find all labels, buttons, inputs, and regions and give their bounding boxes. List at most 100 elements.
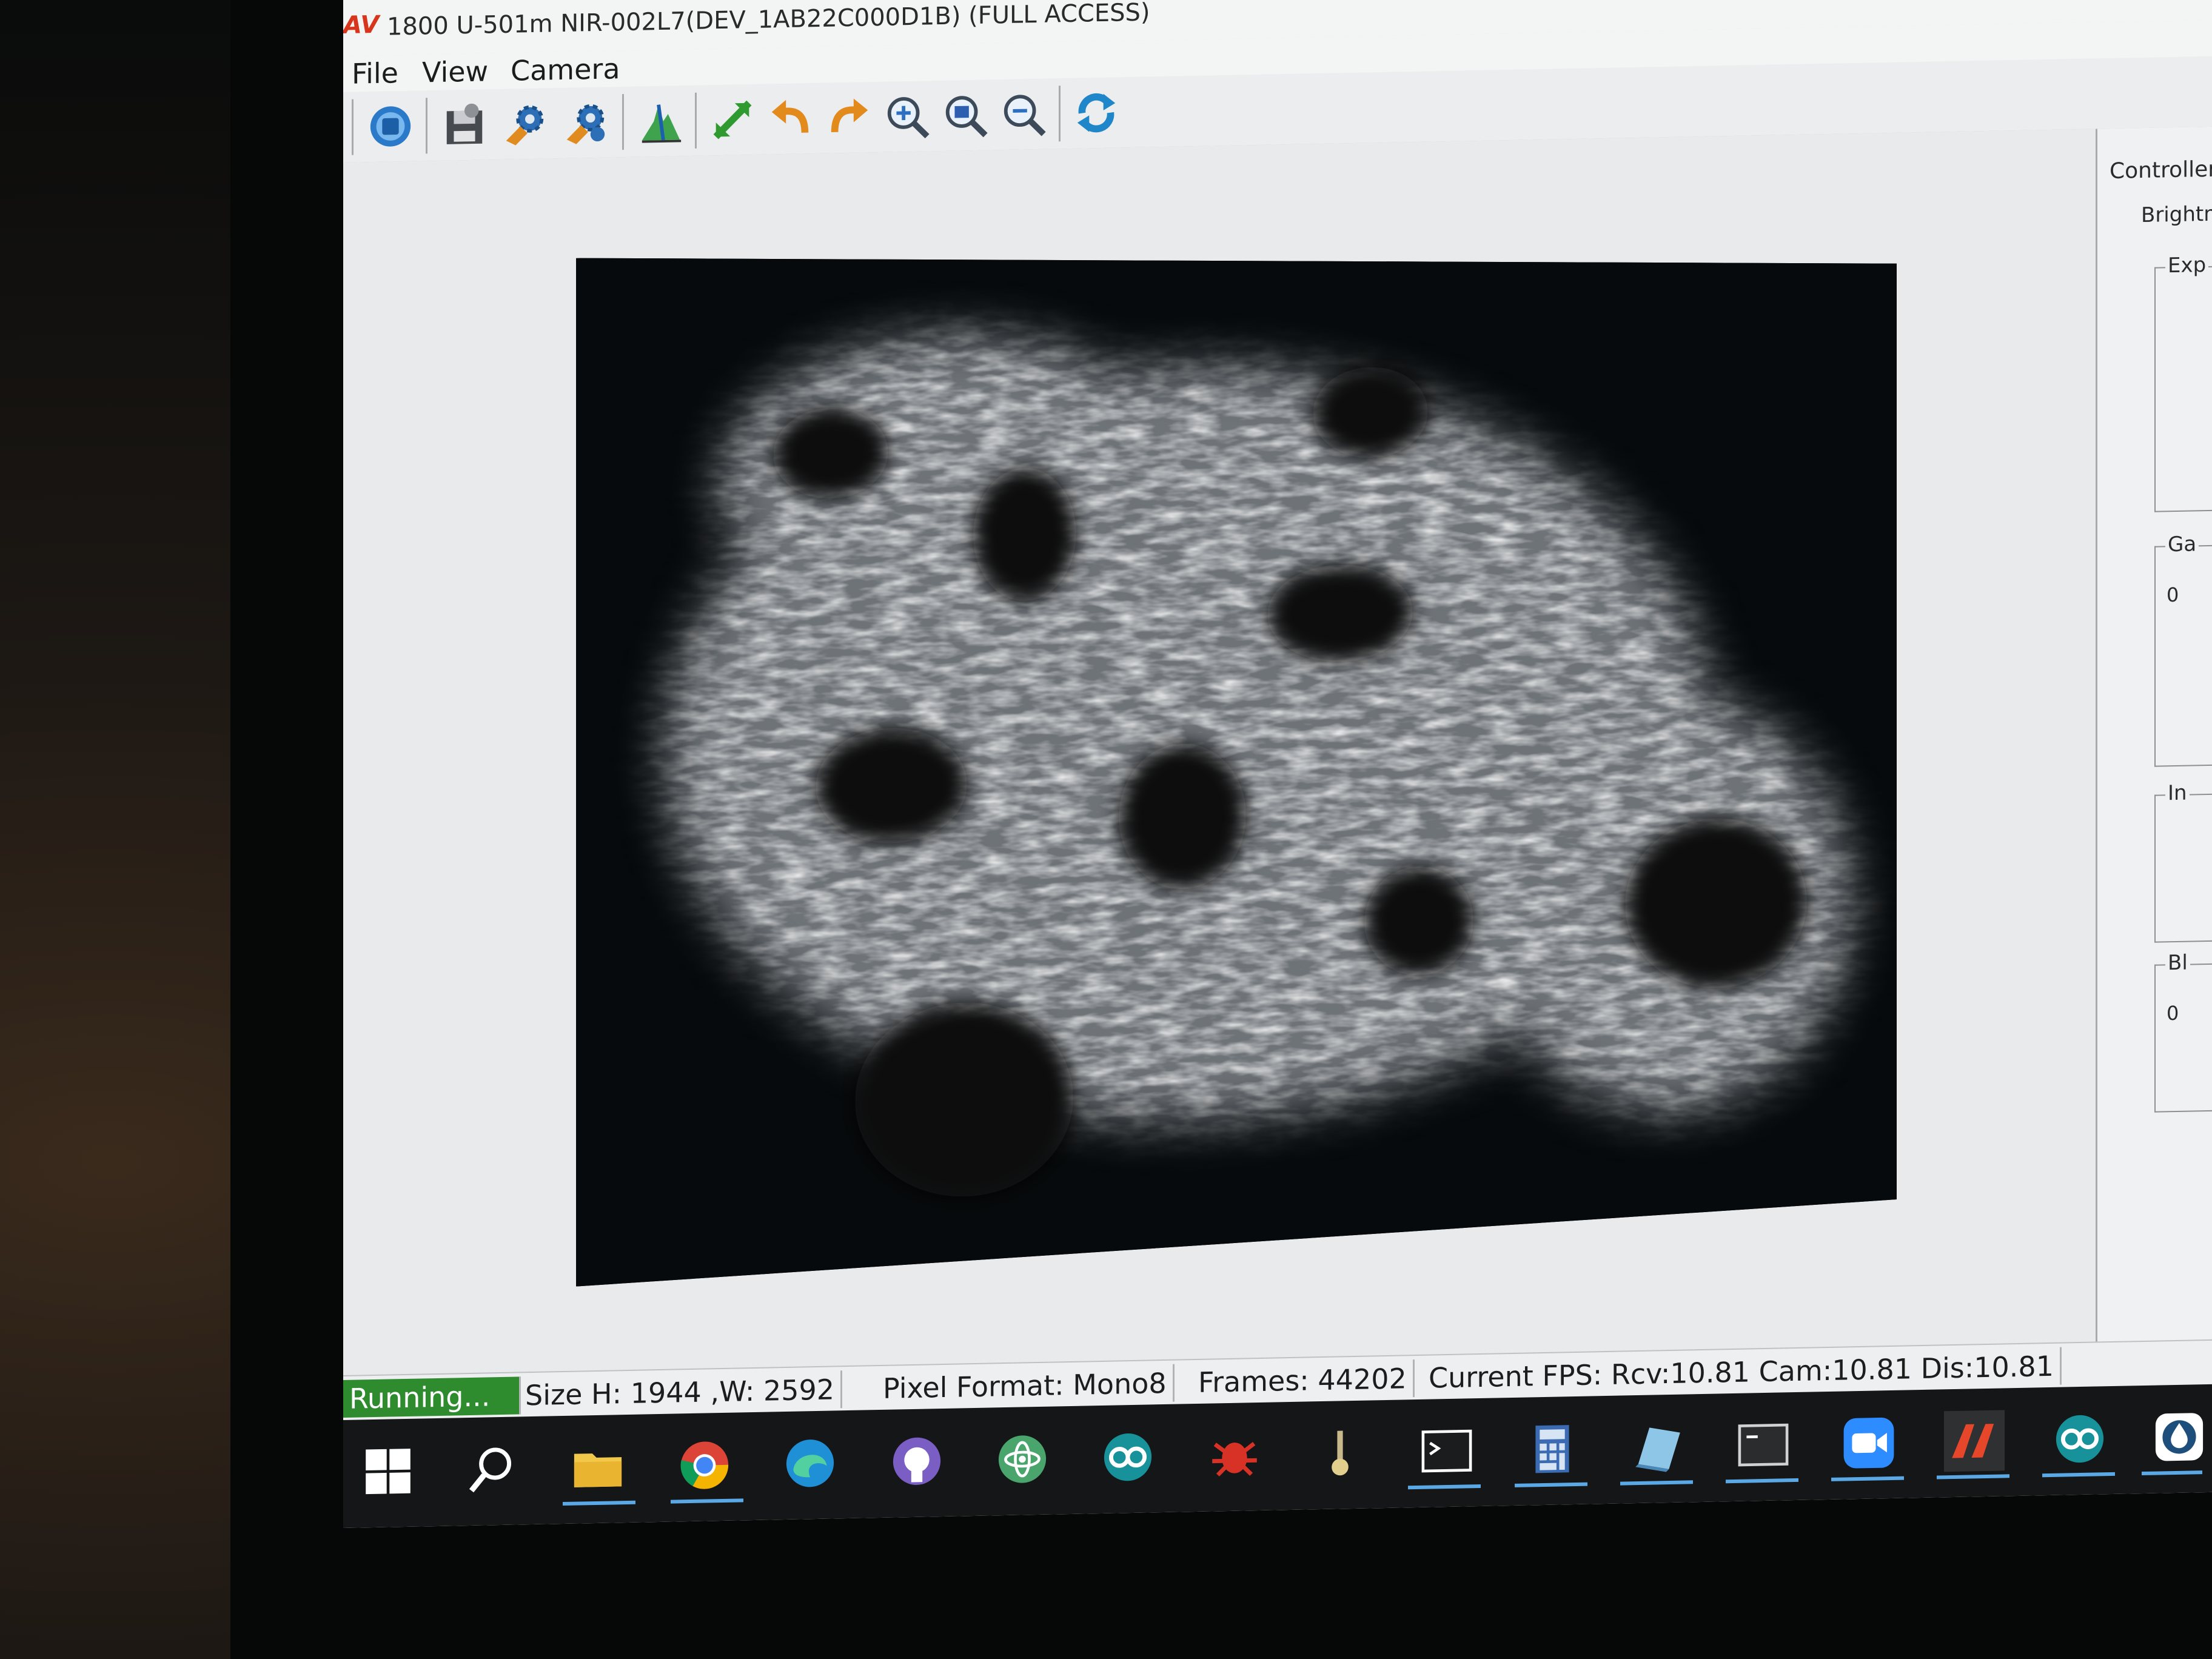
feature-settings-icon xyxy=(566,104,605,144)
menu-camera[interactable]: Camera xyxy=(511,52,620,87)
toolbar-separator xyxy=(622,94,624,150)
rotate-right-button[interactable] xyxy=(822,90,876,145)
calculator-icon xyxy=(1535,1425,1569,1473)
taskbar-edge[interactable] xyxy=(780,1432,840,1494)
terminal-icon xyxy=(1421,1429,1472,1473)
taskbar-indicator xyxy=(2142,1470,2202,1476)
histogram-button[interactable] xyxy=(634,94,688,149)
bug-app-icon xyxy=(1212,1442,1257,1476)
feature-settings-button[interactable] xyxy=(559,95,612,150)
droplet-app-icon xyxy=(2155,1413,2204,1461)
rotate-left-icon xyxy=(771,99,809,133)
search-icon xyxy=(469,1447,512,1493)
camera-viewer-app-icon xyxy=(1952,1424,1994,1458)
exposure-group-label: Exp xyxy=(2165,252,2209,278)
arduino-icon xyxy=(1104,1433,1152,1481)
taskbar-indicator xyxy=(1515,1482,1587,1487)
microscope-image xyxy=(576,233,1897,1287)
histogram-icon xyxy=(642,104,682,143)
taskbar-droplet-app[interactable] xyxy=(2149,1406,2210,1468)
status-size: Size H: 1944 ,W: 2592 xyxy=(519,1370,843,1415)
notes-icon xyxy=(1635,1427,1680,1472)
arduino-ide-icon xyxy=(2056,1415,2104,1463)
camera-live-image[interactable] xyxy=(576,233,1897,1287)
chrome-icon xyxy=(680,1441,729,1489)
black-level-group: Bl 0 xyxy=(2154,950,2212,1113)
status-frames: Frames: 44202 xyxy=(1192,1359,1415,1402)
exposure-group: Exp xyxy=(2154,252,2212,512)
fit-to-window-button[interactable] xyxy=(706,93,759,147)
taskbar-search-button[interactable] xyxy=(462,1438,523,1500)
gain-group-label: Ga xyxy=(2165,532,2199,557)
taskbar-terminal[interactable] xyxy=(1416,1420,1477,1482)
command-prompt-icon xyxy=(1738,1423,1789,1467)
zoom-fit-icon xyxy=(945,96,988,138)
zoom-in-button[interactable] xyxy=(880,89,934,144)
taskbar-calculator[interactable] xyxy=(1522,1418,1583,1480)
brightness-label: Brightne xyxy=(2141,201,2212,228)
taskbar-indicator xyxy=(1937,1474,2009,1480)
controller-title: Controller xyxy=(2110,156,2212,184)
taskbar-indicator xyxy=(2042,1472,2115,1478)
tool-app-icon xyxy=(1332,1430,1349,1476)
zoom-in-icon xyxy=(887,97,930,139)
zoom-out-button[interactable] xyxy=(997,87,1050,142)
start-button[interactable] xyxy=(358,1441,418,1503)
taskbar-indicator xyxy=(1831,1476,1904,1481)
taskbar-file-explorer[interactable] xyxy=(568,1436,628,1498)
window-title: 1800 U-501m NIR-002L7(DEV_1AB22C000D1B) … xyxy=(387,0,1150,41)
black-level-group-label: Bl xyxy=(2165,950,2190,976)
black-level-value[interactable]: 0 xyxy=(2167,1002,2179,1025)
toolbar-separator xyxy=(426,98,427,154)
zoom-meetings-icon xyxy=(1843,1417,1894,1469)
image-canvas xyxy=(343,129,2096,1375)
camera-settings-icon xyxy=(506,105,544,146)
taskbar-command-prompt[interactable] xyxy=(1733,1414,1794,1476)
monitor-screen: AV 1800 U-501m NIR-002L7(DEV_1AB22C000D1… xyxy=(343,0,2212,1529)
gain-group: Ga 0 xyxy=(2154,532,2212,767)
status-running: Running... xyxy=(343,1376,521,1418)
github-desktop-icon xyxy=(893,1437,941,1485)
taskbar-camera-viewer[interactable] xyxy=(1944,1410,2005,1472)
taskbar-arduino[interactable] xyxy=(1098,1426,1158,1488)
toolbar-separator xyxy=(1059,85,1061,142)
taskbar-indicator xyxy=(1408,1484,1481,1490)
camera-settings-button[interactable] xyxy=(498,96,552,151)
taskbar-zoom[interactable] xyxy=(1838,1412,1899,1474)
atom-icon xyxy=(998,1435,1047,1483)
taskbar-notes[interactable] xyxy=(1627,1416,1688,1478)
fit-to-window-icon xyxy=(713,100,752,139)
controller-panel: Controller Brightne Exp Ga 0 In Bl 0 xyxy=(2096,126,2212,1342)
taskbar-indicator xyxy=(563,1500,635,1506)
status-pixel-format: Pixel Format: Mono8 xyxy=(877,1364,1175,1408)
taskbar-github-desktop[interactable] xyxy=(886,1430,947,1492)
save-image-button[interactable] xyxy=(438,98,491,152)
windows-start-icon xyxy=(366,1449,411,1495)
toolbar-separator xyxy=(695,92,697,149)
gain-value[interactable]: 0 xyxy=(2167,583,2179,606)
zoom-fit-button[interactable] xyxy=(939,88,992,142)
stop-acquisition-icon xyxy=(370,106,411,147)
taskbar-indicator xyxy=(1620,1480,1693,1486)
taskbar-atom[interactable] xyxy=(992,1429,1053,1490)
menu-view[interactable]: View xyxy=(422,54,488,89)
intensity-group: In xyxy=(2154,780,2212,943)
taskbar-indicator xyxy=(671,1498,743,1504)
save-image-icon xyxy=(446,103,483,144)
refresh-button[interactable] xyxy=(1070,85,1123,140)
intensity-group-label: In xyxy=(2165,780,2190,806)
taskbar-bug-app[interactable] xyxy=(1204,1424,1265,1486)
refresh-icon xyxy=(1077,93,1116,133)
taskbar-tool-app[interactable] xyxy=(1310,1422,1370,1484)
zoom-out-icon xyxy=(1004,95,1046,136)
taskbar-chrome[interactable] xyxy=(674,1435,735,1496)
app-logo-icon: AV xyxy=(343,10,380,39)
rotate-left-button[interactable] xyxy=(764,92,817,146)
toolbar-grip xyxy=(352,99,354,155)
taskbar-arduino-ide[interactable] xyxy=(2049,1408,2110,1470)
menu-file[interactable]: File xyxy=(352,56,398,90)
edge-icon xyxy=(786,1439,834,1487)
rotate-right-icon xyxy=(831,98,868,132)
stop-acquisition-button[interactable] xyxy=(364,99,417,154)
file-explorer-icon xyxy=(574,1453,622,1487)
